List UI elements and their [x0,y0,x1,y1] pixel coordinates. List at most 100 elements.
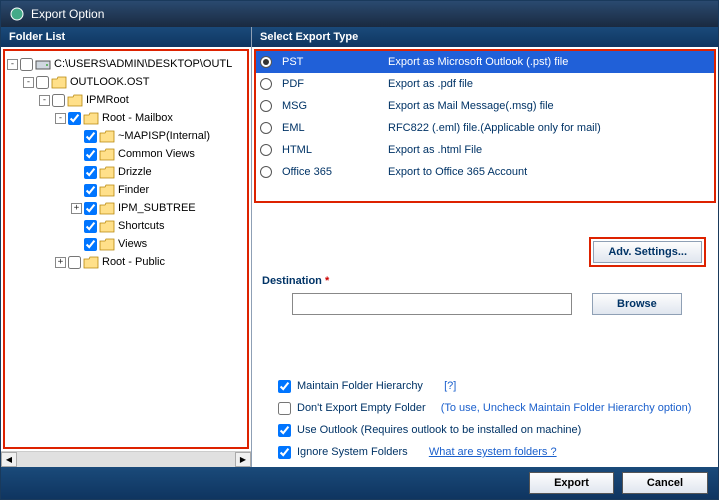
export-type-list: PSTExport as Microsoft Outlook (.pst) fi… [256,51,714,183]
tree-item-label: Shortcuts [118,220,164,232]
folder-icon [99,238,115,251]
tree-item[interactable]: - IPMRoot [7,91,245,109]
tree-item-label: ~MAPISP(Internal) [118,130,210,142]
tree-expander[interactable]: - [7,59,18,70]
empty-folder-label: Don't Export Empty Folder [297,402,426,414]
window-title: Export Option [31,7,104,21]
use-outlook-checkbox[interactable] [278,424,291,437]
export-radio[interactable] [260,78,272,90]
tree-item-label: Finder [118,184,149,196]
export-radio[interactable] [260,122,272,134]
export-radio[interactable] [260,100,272,112]
tree-checkbox[interactable] [84,202,97,215]
destination-input[interactable] [292,293,572,315]
export-type-desc: Export to Office 365 Account [388,166,710,178]
tree-item[interactable]: Views [7,235,245,253]
tree-expander[interactable]: - [23,77,34,88]
tree-checkbox[interactable] [68,112,81,125]
footer: Export Cancel [1,467,718,499]
tree-checkbox[interactable] [84,184,97,197]
export-type-header: Select Export Type [252,27,718,47]
tree-checkbox[interactable] [84,166,97,179]
export-type-name: EML [278,122,388,134]
folder-icon [99,184,115,197]
browse-button[interactable]: Browse [592,293,682,315]
folder-icon [83,112,99,125]
export-type-name: PST [278,56,388,68]
folder-icon [67,94,83,107]
tree-checkbox[interactable] [52,94,65,107]
tree-expander[interactable]: - [39,95,50,106]
tree-item[interactable]: Finder [7,181,245,199]
tree-expander[interactable]: + [71,203,82,214]
tree-checkbox[interactable] [84,220,97,233]
tree-item[interactable]: - C:\USERS\ADMIN\DESKTOP\OUTL [7,55,245,73]
tree-checkbox[interactable] [84,238,97,251]
maintain-hierarchy-checkbox[interactable] [278,380,291,393]
tree-item-label: Root - Public [102,256,165,268]
ignore-system-label: Ignore System Folders [297,446,408,458]
export-type-row[interactable]: Office 365Export to Office 365 Account [256,161,714,183]
folder-icon [99,148,115,161]
export-type-desc: Export as Microsoft Outlook (.pst) file [388,56,710,68]
tree-item[interactable]: Common Views [7,145,245,163]
export-type-desc: Export as .pdf file [388,78,710,90]
tree-item[interactable]: ~MAPISP(Internal) [7,127,245,145]
horizontal-scrollbar[interactable]: ◀ ▶ [1,451,251,467]
export-button[interactable]: Export [529,472,614,494]
tree-item-label: OUTLOOK.OST [70,76,149,88]
system-folders-link[interactable]: What are system folders ? [429,446,557,458]
tree-item[interactable]: + Root - Public [7,253,245,271]
export-type-name: PDF [278,78,388,90]
tree-expander[interactable]: + [55,257,66,268]
export-radio[interactable] [260,144,272,156]
export-type-name: MSG [278,100,388,112]
tree-item[interactable]: + IPM_SUBTREE [7,199,245,217]
tree-item-label: IPM_SUBTREE [118,202,196,214]
tree-item[interactable]: - OUTLOOK.OST [7,73,245,91]
tree-item-label: Drizzle [118,166,152,178]
ignore-system-checkbox[interactable] [278,446,291,459]
tree-checkbox[interactable] [20,58,33,71]
tree-item-label: Common Views [118,148,195,160]
tree-expander[interactable]: - [55,113,66,124]
folder-icon [99,130,115,143]
tree-item[interactable]: Drizzle [7,163,245,181]
export-radio[interactable] [260,166,272,178]
export-type-desc: Export as .html File [388,144,710,156]
scroll-right-button[interactable]: ▶ [235,452,251,467]
export-radio[interactable] [260,56,272,68]
titlebar: Export Option [1,1,718,27]
scroll-left-button[interactable]: ◀ [1,452,17,467]
app-icon [9,6,25,22]
export-type-row[interactable]: MSGExport as Mail Message(.msg) file [256,95,714,117]
tree-checkbox[interactable] [36,76,49,89]
export-type-row[interactable]: HTMLExport as .html File [256,139,714,161]
tree-checkbox[interactable] [84,130,97,143]
adv-settings-button[interactable]: Adv. Settings... [593,241,702,263]
tree-item[interactable]: Shortcuts [7,217,245,235]
destination-label: Destination * [262,275,708,287]
folder-list-header: Folder List [1,27,251,47]
tree-checkbox[interactable] [68,256,81,269]
export-type-name: HTML [278,144,388,156]
folder-tree[interactable]: - C:\USERS\ADMIN\DESKTOP\OUTL - OUTLOOK.OST… [3,49,249,449]
tree-item-label: Views [118,238,147,250]
scroll-track[interactable] [17,452,235,467]
tree-item-label: Root - Mailbox [102,112,173,124]
export-type-desc: Export as Mail Message(.msg) file [388,100,710,112]
export-type-row[interactable]: PDFExport as .pdf file [256,73,714,95]
tree-item[interactable]: - Root - Mailbox [7,109,245,127]
maintain-hierarchy-help[interactable]: [?] [444,380,456,392]
folder-icon [51,76,67,89]
tree-checkbox[interactable] [84,148,97,161]
empty-folder-checkbox[interactable] [278,402,291,415]
export-type-desc: RFC822 (.eml) file.(Applicable only for … [388,122,710,134]
empty-folder-hint: (To use, Uncheck Maintain Folder Hierarc… [441,402,692,414]
export-type-row[interactable]: EMLRFC822 (.eml) file.(Applicable only f… [256,117,714,139]
export-type-row[interactable]: PSTExport as Microsoft Outlook (.pst) fi… [256,51,714,73]
cancel-button[interactable]: Cancel [622,472,708,494]
folder-icon [83,256,99,269]
tree-item-label: IPMRoot [86,94,129,106]
tree-item-label: C:\USERS\ADMIN\DESKTOP\OUTL [54,58,232,70]
